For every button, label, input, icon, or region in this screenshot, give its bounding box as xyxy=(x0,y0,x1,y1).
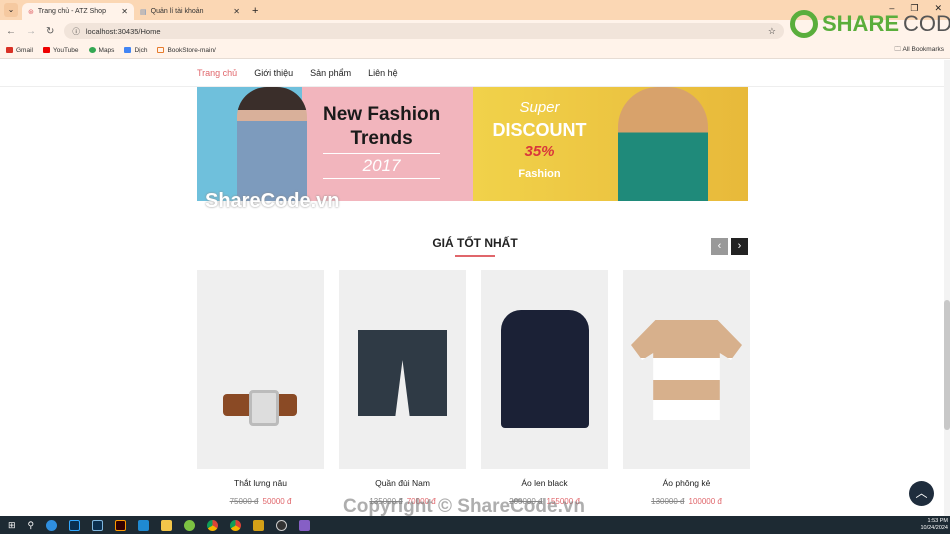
clock-date: 10/24/2024 xyxy=(920,525,948,531)
section-title: GIÁ TỐT NHẤT xyxy=(432,236,518,250)
system-clock[interactable]: 1:53 PM 10/24/2024 xyxy=(920,518,950,532)
bookmark-bookstore[interactable]: BookStore-main/ xyxy=(157,46,216,54)
file-explorer-icon[interactable] xyxy=(161,519,173,531)
back-icon[interactable]: ← xyxy=(6,26,16,37)
product-name[interactable]: Áo len black xyxy=(481,478,608,488)
bookmark-gmail[interactable]: Gmail xyxy=(6,47,33,54)
tab-home[interactable]: ⊛ Trang chủ - ATZ Shop ✕ xyxy=(22,3,134,20)
youtube-icon xyxy=(42,46,50,53)
banner-heading: Trends xyxy=(350,128,413,149)
site-info-icon[interactable]: ⓘ xyxy=(72,26,80,37)
banner-discount[interactable]: Super DISCOUNT 35% Fashion xyxy=(472,87,748,201)
product-card[interactable]: Áo phông kẻ 130000 đ 100000 đ xyxy=(623,270,750,506)
nav-home[interactable]: Trang chủ xyxy=(197,68,237,78)
product-image[interactable] xyxy=(339,270,466,469)
windows-taskbar: ⊞ ⚲ 1:53 PM 10/24/2024 xyxy=(0,516,950,534)
bookmark-youtube[interactable]: YouTube xyxy=(42,46,79,54)
chevron-up-icon: ︿ xyxy=(915,486,928,500)
nav-products[interactable]: Sản phẩm xyxy=(310,68,351,78)
old-price: 75000 đ xyxy=(229,497,259,506)
reload-icon[interactable]: ↻ xyxy=(46,26,54,37)
clock-time: 1:53 PM xyxy=(927,518,948,524)
banner-percent: 35% xyxy=(524,143,555,160)
app-icon[interactable] xyxy=(184,519,196,531)
bookmark-translate[interactable]: Dịch xyxy=(124,47,147,54)
product-image[interactable] xyxy=(481,270,608,469)
chevron-left-icon: ‹ xyxy=(717,240,722,252)
all-bookmarks[interactable]: 🗀 All Bookmarks xyxy=(895,45,945,56)
chrome-icon[interactable] xyxy=(230,519,242,531)
product-card[interactable]: Quần đùi Nam 135000 đ 70000 đ xyxy=(339,270,466,506)
sharecode-logo: SHARECODE.vn xyxy=(790,10,950,38)
carousel-prev-button[interactable]: ‹ xyxy=(711,238,728,255)
search-icon[interactable]: ⚲ xyxy=(28,520,35,531)
gmail-icon xyxy=(6,46,13,53)
banner-model-image xyxy=(618,87,708,201)
bookmarks-bar: Gmail YouTube Maps Dịch BookStore-main/ … xyxy=(0,42,950,59)
old-price: 130000 đ xyxy=(651,497,685,506)
forward-icon[interactable]: → xyxy=(26,26,36,37)
vscode-icon[interactable] xyxy=(138,519,150,531)
product-name[interactable]: Thắt lưng nâu xyxy=(197,478,324,488)
watermark: ShareCode.vn xyxy=(205,190,340,212)
product-card[interactable]: Thắt lưng nâu 75000 đ 50000 đ xyxy=(197,270,324,506)
product-name[interactable]: Áo phông kẻ xyxy=(623,478,750,488)
page-scrollbar[interactable] xyxy=(944,60,950,516)
new-tab-button[interactable]: + xyxy=(252,5,258,17)
banner-year: 2017 xyxy=(323,153,441,179)
product-name[interactable]: Quần đùi Nam xyxy=(339,478,466,488)
watermark: Copyright © ShareCode.vn xyxy=(343,496,586,517)
banner-new-trends[interactable]: New Fashion Trends 2017 xyxy=(197,87,473,201)
banner-model-image xyxy=(237,87,307,201)
carousel-next-button[interactable]: › xyxy=(731,238,748,255)
close-tab-icon[interactable]: ✕ xyxy=(121,7,128,16)
close-tab-icon[interactable]: ✕ xyxy=(233,7,240,16)
favicon-icon: ⊛ xyxy=(28,8,34,16)
tab-account[interactable]: ▤ Quản lí tài khoản ✕ xyxy=(134,3,246,20)
windows-start-icon[interactable]: ⊞ xyxy=(8,520,16,531)
tab-search-button[interactable]: ⌄ xyxy=(4,3,18,17)
banner-super: Super xyxy=(519,99,560,116)
banner-fashion: Fashion xyxy=(518,168,561,180)
chevron-right-icon: › xyxy=(737,240,742,252)
translate-icon xyxy=(124,46,132,53)
photoshop-icon[interactable] xyxy=(69,519,81,531)
nav-contact[interactable]: Liên hệ xyxy=(368,68,398,78)
lightroom-icon[interactable] xyxy=(92,519,104,531)
product-card[interactable]: Áo len black 200000 đ 155000 đ xyxy=(481,270,608,506)
scrollbar-thumb[interactable] xyxy=(944,300,950,430)
sale-price: 50000 đ xyxy=(262,497,292,506)
product-image[interactable] xyxy=(623,270,750,469)
chrome-icon[interactable] xyxy=(207,519,219,531)
title-underline xyxy=(455,255,495,257)
url-input[interactable]: ⓘ localhost:30435/Home ☆ xyxy=(64,23,784,39)
scroll-to-top-button[interactable]: ︿ xyxy=(909,481,934,506)
illustrator-icon[interactable] xyxy=(115,519,127,531)
maps-icon xyxy=(88,46,96,53)
product-image[interactable] xyxy=(197,270,324,469)
obs-icon[interactable] xyxy=(276,519,288,531)
product-carousel: Thắt lưng nâu 75000 đ 50000 đ Quần đùi Nam… xyxy=(197,270,750,506)
section-best-price: GIÁ TỐT NHẤT xyxy=(0,236,950,257)
sale-price: 100000 đ xyxy=(688,497,722,506)
promo-banner[interactable]: New Fashion Trends 2017 Super DISCOUNT 35% Fa… xyxy=(197,87,748,201)
banner-heading: New Fashion xyxy=(323,104,441,125)
visual-studio-icon[interactable] xyxy=(299,519,311,531)
nav-about[interactable]: Giới thiệu xyxy=(254,68,293,78)
zalo-icon[interactable] xyxy=(46,519,58,531)
main-nav: Trang chủ Giới thiệu Sản phẩm Liên hệ xyxy=(0,59,950,87)
banner-discount-text: DISCOUNT xyxy=(492,120,587,140)
folder-icon xyxy=(157,46,165,53)
app-icon[interactable] xyxy=(253,519,265,531)
page-icon: ▤ xyxy=(140,8,147,16)
bookmark-maps[interactable]: Maps xyxy=(88,46,114,54)
sharecode-logo-icon xyxy=(790,10,818,38)
bookmark-star-icon[interactable]: ☆ xyxy=(768,26,776,37)
